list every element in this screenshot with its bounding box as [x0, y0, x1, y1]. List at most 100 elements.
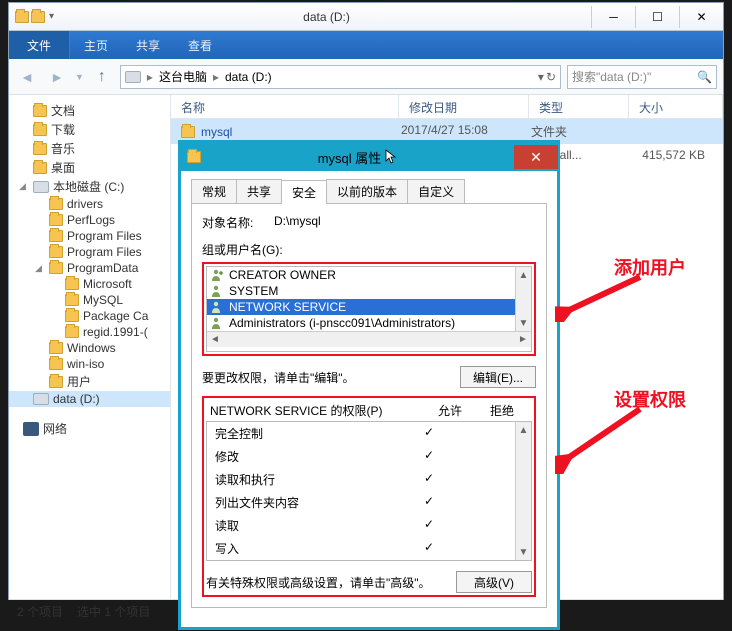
refresh-icon[interactable]: ↻	[546, 70, 556, 84]
tree-data-d[interactable]: data (D:)	[9, 391, 170, 407]
security-panel: 对象名称: D:\mysql 组或用户名(G): CREATOR OWNER S…	[191, 204, 547, 608]
history-dropdown-icon[interactable]: ▼	[75, 72, 84, 82]
folder-icon	[181, 126, 195, 138]
close-button[interactable]: ✕	[679, 6, 723, 28]
perm-deny-header: 拒绝	[476, 402, 528, 419]
vscroll[interactable]: ▲ ▼	[515, 267, 531, 331]
perm-header: NETWORK SERVICE 的权限(P)	[210, 402, 424, 419]
search-input[interactable]: 搜索"data (D:)" 🔍	[567, 65, 717, 89]
back-button[interactable]: ◄	[15, 65, 39, 89]
tree-windows[interactable]: Windows	[9, 340, 170, 356]
check-icon: ✓	[424, 448, 434, 462]
advanced-hint: 有关特殊权限或高级设置，请单击"高级"。	[206, 574, 456, 591]
tree-program-files[interactable]: Program Files	[9, 228, 170, 244]
tree-drivers[interactable]: drivers	[9, 196, 170, 212]
dialog-title: mysql 属性	[318, 148, 382, 167]
breadcrumb-root[interactable]: 这台电脑	[159, 68, 207, 85]
scroll-left-icon[interactable]: ◄	[207, 332, 223, 347]
perm-row: 完全控制✓	[207, 422, 515, 445]
col-date[interactable]: 修改日期	[399, 95, 529, 118]
tree-documents[interactable]: 文档	[9, 101, 170, 120]
tree-regid[interactable]: regid.1991-(	[9, 324, 170, 340]
tree-desktop[interactable]: 桌面	[9, 158, 170, 177]
address-dropdown-icon[interactable]: ▾	[538, 70, 544, 84]
group-icon	[211, 301, 225, 313]
folder-icon	[33, 143, 47, 155]
status-item-count: 2 个项目	[17, 603, 63, 618]
folder-icon	[187, 151, 201, 163]
share-tab[interactable]: 共享	[122, 31, 174, 59]
group-icon	[211, 269, 225, 281]
view-tab[interactable]: 查看	[174, 31, 226, 59]
col-size[interactable]: 大小	[629, 95, 723, 118]
folder-icon	[33, 124, 47, 136]
perm-allow-header: 允许	[424, 402, 476, 419]
object-label: 对象名称:	[202, 214, 262, 231]
tree-local-c[interactable]: ◢本地磁盘 (C:)	[9, 177, 170, 196]
forward-button[interactable]: ►	[45, 65, 69, 89]
check-icon: ✓	[424, 471, 434, 485]
minimize-button[interactable]: ─	[591, 6, 635, 28]
tree-mysql[interactable]: MySQL	[9, 292, 170, 308]
permissions-highlight: NETWORK SERVICE 的权限(P) 允许 拒绝 完全控制✓ 修改✓ 读…	[202, 396, 536, 597]
scroll-up-icon[interactable]: ▲	[516, 422, 531, 438]
perm-row: 读取和执行✓	[207, 468, 515, 491]
tab-security[interactable]: 安全	[281, 180, 327, 204]
tab-general[interactable]: 常规	[191, 179, 237, 203]
dialog-close-button[interactable]: ✕	[514, 145, 558, 169]
edit-button[interactable]: 编辑(E)...	[460, 366, 536, 388]
up-button[interactable]: ↑	[90, 65, 114, 89]
scroll-down-icon[interactable]: ▼	[516, 315, 531, 331]
home-tab[interactable]: 主页	[70, 31, 122, 59]
tree-programdata[interactable]: ◢ProgramData	[9, 260, 170, 276]
file-tab[interactable]: 文件	[9, 31, 70, 59]
tab-share[interactable]: 共享	[236, 179, 282, 203]
folder-icon	[49, 376, 63, 388]
perm-row: 修改✓	[207, 445, 515, 468]
network-icon	[23, 422, 39, 436]
breadcrumb-current[interactable]: data (D:)	[225, 70, 272, 84]
folder-icon	[31, 11, 45, 23]
maximize-button[interactable]: ☐	[635, 6, 679, 28]
tree-users[interactable]: 用户	[9, 372, 170, 391]
address-box[interactable]: ▸ 这台电脑 ▸ data (D:) ▾ ↻	[120, 65, 561, 89]
groups-label: 组或用户名(G):	[202, 241, 536, 258]
tree-music[interactable]: 音乐	[9, 139, 170, 158]
group-icon	[211, 317, 225, 329]
col-name[interactable]: 名称	[171, 95, 399, 118]
check-icon: ✓	[424, 494, 434, 508]
group-item[interactable]: SYSTEM	[207, 283, 515, 299]
group-item-selected[interactable]: NETWORK SERVICE	[207, 299, 515, 315]
edit-hint: 要更改权限，请单击"编辑"。	[202, 369, 460, 386]
caret-icon[interactable]: ◢	[19, 181, 26, 192]
scroll-up-icon[interactable]: ▲	[516, 267, 531, 283]
tree-program-files-x86[interactable]: Program Files	[9, 244, 170, 260]
folder-icon	[49, 246, 63, 258]
object-value: D:\mysql	[274, 214, 321, 231]
tree-microsoft[interactable]: Microsoft	[9, 276, 170, 292]
tab-custom[interactable]: 自定义	[407, 179, 465, 203]
hscroll[interactable]: ◄ ►	[207, 331, 531, 347]
caret-icon[interactable]: ◢	[35, 263, 42, 274]
cursor-icon	[385, 149, 397, 165]
tree-perflogs[interactable]: PerfLogs	[9, 212, 170, 228]
vscroll[interactable]: ▲ ▼	[515, 422, 531, 560]
folder-icon	[49, 358, 63, 370]
scroll-down-icon[interactable]: ▼	[516, 544, 531, 560]
group-item[interactable]: Administrators (i-pnscc091\Administrator…	[207, 315, 515, 331]
groups-listbox[interactable]: CREATOR OWNER SYSTEM NETWORK SERVICE Adm…	[206, 266, 532, 352]
drive-icon	[125, 71, 141, 83]
tab-previous[interactable]: 以前的版本	[326, 179, 408, 203]
folder-icon	[33, 105, 47, 117]
advanced-button[interactable]: 高级(V)	[456, 571, 532, 593]
scroll-right-icon[interactable]: ►	[515, 332, 531, 347]
folder-icon	[15, 11, 29, 23]
folder-icon	[49, 230, 63, 242]
tree-package-cache[interactable]: Package Ca	[9, 308, 170, 324]
col-type[interactable]: 类型	[529, 95, 629, 118]
group-item[interactable]: CREATOR OWNER	[207, 267, 515, 283]
tree-winiso[interactable]: win-iso	[9, 356, 170, 372]
groups-highlight: CREATOR OWNER SYSTEM NETWORK SERVICE Adm…	[202, 262, 536, 356]
tree-network[interactable]: 网络	[9, 419, 170, 438]
tree-downloads[interactable]: 下载	[9, 120, 170, 139]
